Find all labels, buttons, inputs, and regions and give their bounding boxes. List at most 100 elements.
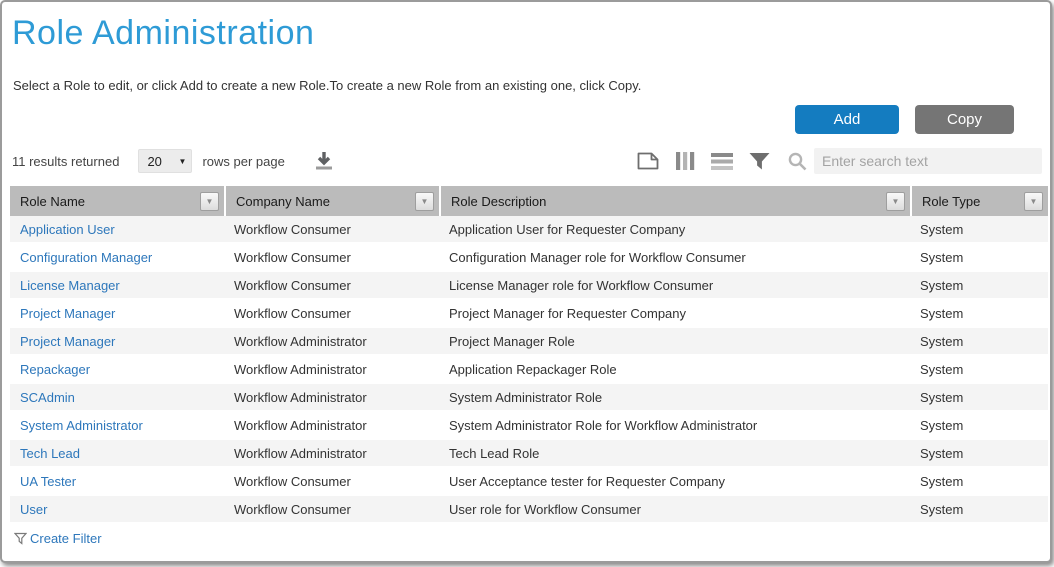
role-link[interactable]: Tech Lead xyxy=(20,446,80,461)
role-link[interactable]: SCAdmin xyxy=(20,390,75,405)
table-row: SCAdminWorkflow AdministratorSystem Admi… xyxy=(10,384,1048,412)
role-name-cell: System Administrator xyxy=(10,412,224,438)
table-row: Application User Workflow ConsumerApplica… xyxy=(10,216,1048,244)
table-row: Repackager Workflow AdministratorApplicat… xyxy=(10,356,1048,384)
search-input[interactable] xyxy=(814,148,1042,174)
table-row: User Workflow ConsumerUser role for Workf… xyxy=(10,496,1048,524)
role-description-cell: Application User for Requester Company xyxy=(439,216,910,242)
role-link[interactable]: License Manager xyxy=(20,278,120,293)
role-administration-panel: Role Administration Select a Role to edi… xyxy=(0,0,1052,563)
role-link[interactable]: UA Tester xyxy=(20,474,76,489)
table-row: UA Tester Workflow ConsumerUser Acceptanc… xyxy=(10,468,1048,496)
actions-row: Add Copy xyxy=(2,105,1014,134)
role-type-cell: System xyxy=(910,300,1048,326)
download-button[interactable] xyxy=(312,149,336,173)
rows-per-page-select[interactable]: 20 ▼ xyxy=(138,149,192,173)
role-type-cell: System xyxy=(910,384,1048,410)
company-name-cell: Workflow Consumer xyxy=(224,216,439,242)
page-title: Role Administration xyxy=(12,12,1050,54)
column-chooser-icon xyxy=(674,160,696,175)
create-filter-link[interactable]: Create Filter xyxy=(30,531,102,546)
column-dropdown-button[interactable]: ▼ xyxy=(886,192,905,211)
column-dropdown-button[interactable]: ▼ xyxy=(415,192,434,211)
column-header-role-name[interactable]: Role Name ▼ xyxy=(10,186,224,216)
role-name-cell: SCAdmin xyxy=(10,384,224,410)
role-link[interactable]: Project Manager xyxy=(20,334,115,349)
role-type-cell: System xyxy=(910,272,1048,298)
table-row: Project Manager Workflow AdministratorPro… xyxy=(10,328,1048,356)
column-dropdown-button[interactable]: ▼ xyxy=(1024,192,1043,211)
table-row: Project Manager Workflow ConsumerProject … xyxy=(10,300,1048,328)
role-type-cell: System xyxy=(910,244,1048,270)
column-header-company-name[interactable]: Company Name ▼ xyxy=(224,186,439,216)
download-icon xyxy=(312,161,336,176)
column-label: Role Name xyxy=(20,194,200,209)
role-link[interactable]: Application User xyxy=(20,222,115,237)
column-label: Role Description xyxy=(451,194,886,209)
role-description-cell: Configuration Manager role for Workflow … xyxy=(439,244,910,270)
column-dropdown-button[interactable]: ▼ xyxy=(200,192,219,211)
role-link[interactable]: Repackager xyxy=(20,362,90,377)
copy-button[interactable]: Copy xyxy=(915,105,1014,134)
company-name-cell: Workflow Consumer xyxy=(224,300,439,326)
company-name-cell: Workflow Consumer xyxy=(224,468,439,494)
popout-page-button[interactable] xyxy=(636,150,660,172)
role-type-cell: System xyxy=(910,412,1048,438)
column-header-role-type[interactable]: Role Type ▼ xyxy=(910,186,1048,216)
role-link[interactable]: User xyxy=(20,502,47,517)
role-description-cell: User Acceptance tester for Requester Com… xyxy=(439,468,910,494)
column-label: Company Name xyxy=(236,194,415,209)
role-description-cell: Project Manager for Requester Company xyxy=(439,300,910,326)
results-count: 11 results returned xyxy=(12,154,119,169)
role-description-cell: System Administrator Role xyxy=(439,384,910,410)
search-icon xyxy=(787,151,808,172)
role-description-cell: Project Manager Role xyxy=(439,328,910,354)
company-name-cell: Workflow Administrator xyxy=(224,356,439,382)
rows-per-page-label: rows per page xyxy=(202,154,284,169)
row-layout-button[interactable] xyxy=(710,150,734,172)
grid-header-row: Role Name ▼ Company Name ▼ Role Descript… xyxy=(10,186,1048,216)
add-button[interactable]: Add xyxy=(795,105,899,134)
role-link[interactable]: Configuration Manager xyxy=(20,250,152,265)
rows-per-page-dropdown[interactable]: 20 xyxy=(138,149,192,173)
page-subtitle: Select a Role to edit, or click Add to c… xyxy=(13,78,1050,93)
role-name-cell: Project Manager xyxy=(10,300,224,326)
role-type-cell: System xyxy=(910,496,1048,522)
table-row: Configuration ManagerWorkflow ConsumerCo… xyxy=(10,244,1048,272)
role-description-cell: System Administrator Role for Workflow A… xyxy=(439,412,910,438)
grid-toolbar: 11 results returned 20 ▼ rows per page xyxy=(12,146,1042,176)
role-name-cell: Application User xyxy=(10,216,224,242)
popout-page-icon xyxy=(636,160,660,175)
role-name-cell: Tech Lead xyxy=(10,440,224,466)
role-type-cell: System xyxy=(910,440,1048,466)
role-description-cell: Application Repackager Role xyxy=(439,356,910,382)
company-name-cell: Workflow Consumer xyxy=(224,496,439,522)
roles-grid: Role Name ▼ Company Name ▼ Role Descript… xyxy=(10,186,1048,552)
role-name-cell: UA Tester xyxy=(10,468,224,494)
table-row: License Manager Workflow ConsumerLicense … xyxy=(10,272,1048,300)
role-type-cell: System xyxy=(910,328,1048,354)
column-chooser-button[interactable] xyxy=(674,150,696,172)
role-description-cell: User role for Workflow Consumer xyxy=(439,496,910,522)
column-label: Role Type xyxy=(922,194,1024,209)
role-name-cell: License Manager xyxy=(10,272,224,298)
create-filter-row: Create Filter xyxy=(10,524,1048,552)
role-link[interactable]: Project Manager xyxy=(20,306,115,321)
company-name-cell: Workflow Administrator xyxy=(224,328,439,354)
role-description-cell: License Manager role for Workflow Consum… xyxy=(439,272,910,298)
role-name-cell: Repackager xyxy=(10,356,224,382)
filter-button[interactable] xyxy=(748,150,771,172)
table-row: Tech LeadWorkflow AdministratorTech Lead… xyxy=(10,440,1048,468)
column-header-role-description[interactable]: Role Description ▼ xyxy=(439,186,910,216)
table-row: System Administrator Workflow Administrat… xyxy=(10,412,1048,440)
create-filter-funnel-icon xyxy=(14,532,27,545)
company-name-cell: Workflow Administrator xyxy=(224,412,439,438)
role-link[interactable]: System Administrator xyxy=(20,418,143,433)
role-name-cell: User xyxy=(10,496,224,522)
company-name-cell: Workflow Consumer xyxy=(224,272,439,298)
role-type-cell: System xyxy=(910,468,1048,494)
role-type-cell: System xyxy=(910,216,1048,242)
table-body: Application UserWorkflow ConsumerApplica… xyxy=(10,216,1048,524)
role-name-cell: Project Manager xyxy=(10,328,224,354)
company-name-cell: Workflow Administrator xyxy=(224,440,439,466)
